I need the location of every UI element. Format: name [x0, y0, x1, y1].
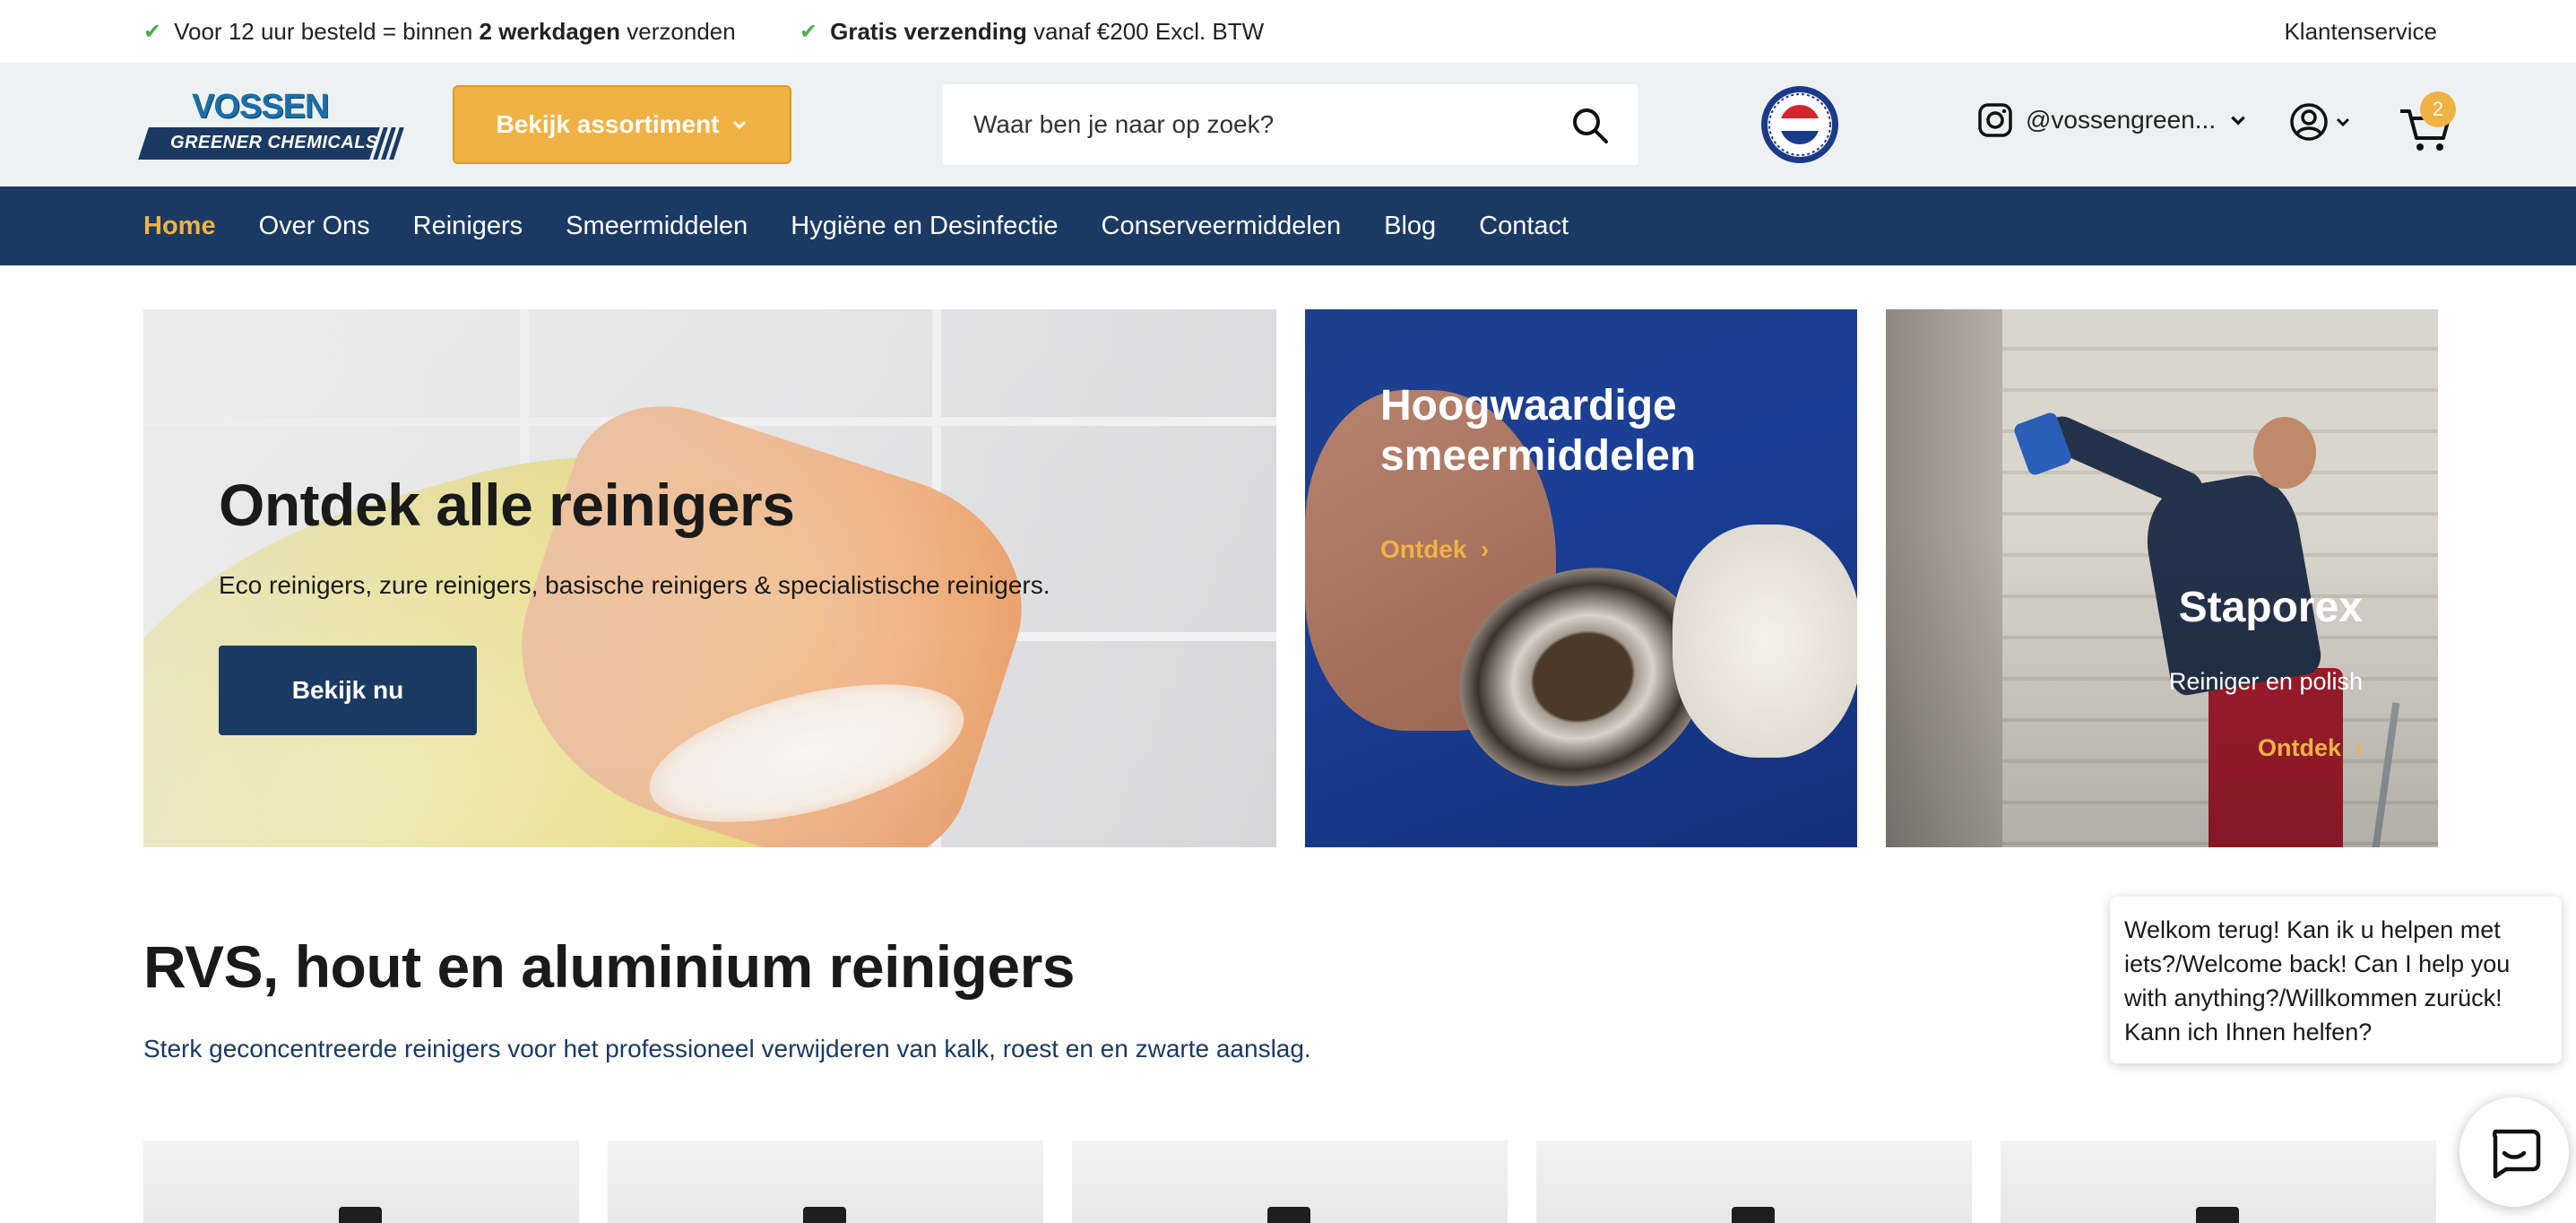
instagram-link[interactable]: @vossengreen... — [1977, 102, 2248, 138]
bottle-cap-image — [1732, 1207, 1775, 1223]
hero-banner-lubricants[interactable]: Hoogwaardige smeermiddelen Ontdek › — [1305, 309, 1857, 847]
usp-shipping: ✔ Gratis verzending vanaf €200 Excl. BTW — [800, 18, 1264, 46]
hero-banner-staporex[interactable]: Staporex Reiniger en polish Ontdek › — [1886, 309, 2438, 847]
nav-item-over-ons[interactable]: Over Ons — [259, 212, 370, 241]
top-bar: ✔ Voor 12 uur besteld = binnen 2 werkdag… — [0, 0, 2576, 63]
usp-delivery: ✔ Voor 12 uur besteld = binnen 2 werkdag… — [143, 18, 736, 46]
nav-item-home[interactable]: Home — [143, 212, 216, 241]
hero-overlay — [1886, 309, 2438, 847]
product-card[interactable] — [143, 1141, 579, 1223]
check-icon: ✔ — [800, 20, 818, 44]
usp-shipping-bold: Gratis verzending — [830, 18, 1027, 45]
staporex-title: Staporex — [2178, 584, 2363, 631]
hero-banner-cleaners[interactable]: Ontdek alle reinigers Eco reinigers, zur… — [143, 309, 1276, 847]
staporex-discover-label: Ontdek — [2257, 734, 2341, 761]
section-subtitle: Sterk geconcentreerde reinigers voor het… — [143, 1035, 1311, 1063]
staporex-subtitle: Reiniger en polish — [2168, 668, 2363, 695]
nav-item-blog[interactable]: Blog — [1384, 212, 1436, 241]
product-card[interactable] — [2001, 1141, 2436, 1223]
lubricants-discover-label: Ontdek — [1380, 535, 1467, 563]
logo-stripes — [373, 127, 404, 160]
hero-subtitle: Eco reinigers, zure reinigers, basische … — [219, 571, 1050, 599]
chat-launcher-button[interactable] — [2459, 1097, 2569, 1207]
instagram-icon — [1978, 103, 2012, 137]
assortment-button-label: Bekijk assortiment — [496, 110, 720, 138]
bottle-cap-image — [2196, 1207, 2239, 1223]
logo[interactable]: VOSSEN GREENER CHEMICALS — [138, 88, 404, 161]
staporex-discover-link[interactable]: Ontdek › — [2258, 734, 2363, 762]
nav-item-contact[interactable]: Contact — [1479, 212, 1569, 241]
chat-welcome-bubble[interactable]: Welkom terug! Kan ik u helpen met iets?/… — [2110, 897, 2562, 1063]
chevron-right-icon: › — [1474, 535, 1490, 563]
logo-wordmark: VOSSEN — [192, 88, 329, 126]
nav-item-hygiene[interactable]: Hygiëne en Desinfectie — [791, 212, 1058, 241]
bottle-cap-image — [803, 1207, 846, 1223]
chevron-down-icon — [2336, 117, 2350, 127]
header: VOSSEN GREENER CHEMICALS Bekijk assortim… — [0, 63, 2576, 186]
product-card[interactable] — [1536, 1141, 1972, 1223]
usp-delivery-post: verzonden — [627, 18, 736, 45]
check-icon: ✔ — [143, 20, 162, 44]
search-input[interactable] — [973, 106, 1529, 143]
nav-item-conserveermiddelen[interactable]: Conserveermiddelen — [1102, 212, 1342, 241]
chevron-down-icon — [732, 120, 746, 130]
user-icon — [2290, 103, 2328, 141]
logo-tagline: GREENER CHEMICALS — [170, 133, 378, 152]
nav-item-smeermiddelen[interactable]: Smeermiddelen — [566, 212, 748, 241]
customer-service-link[interactable]: Klantenservice — [2284, 18, 2437, 46]
chat-icon — [2492, 1129, 2541, 1179]
hero-title: Ontdek alle reinigers — [219, 472, 795, 538]
assortment-button[interactable]: Bekijk assortiment — [453, 85, 791, 164]
view-now-button[interactable]: Bekijk nu — [219, 646, 477, 735]
bottle-cap-image — [1267, 1207, 1310, 1223]
product-grid — [143, 1141, 2438, 1223]
bottle-cap-image — [339, 1207, 382, 1223]
product-card[interactable] — [1072, 1141, 1508, 1223]
usp-delivery-pre: Voor 12 uur besteld = binnen — [174, 18, 473, 45]
cart-count-badge: 2 — [2420, 91, 2456, 127]
chevron-down-icon — [2231, 116, 2245, 126]
made-in-holland-badge — [1761, 86, 1838, 163]
section-title: RVS, hout en aluminium reinigers — [143, 933, 1075, 1000]
instagram-handle: @vossengreen... — [2026, 106, 2217, 134]
nav-item-reinigers[interactable]: Reinigers — [413, 212, 523, 241]
main-navigation: Home Over Ons Reinigers Smeermiddelen Hy… — [0, 186, 2576, 265]
search-icon[interactable] — [1570, 106, 1610, 145]
white-glove-image — [1673, 525, 1857, 758]
lubricants-discover-link[interactable]: Ontdek › — [1380, 535, 1489, 564]
lubricants-title: Hoogwaardige smeermiddelen — [1380, 382, 1697, 480]
usp-shipping-post: vanaf €200 Excl. BTW — [1033, 18, 1265, 45]
chevron-right-icon: › — [2347, 734, 2363, 761]
search-box — [943, 84, 1638, 165]
usp-delivery-bold: 2 werkdagen — [479, 18, 621, 45]
account-menu[interactable] — [2289, 102, 2352, 142]
product-card[interactable] — [608, 1141, 1043, 1223]
